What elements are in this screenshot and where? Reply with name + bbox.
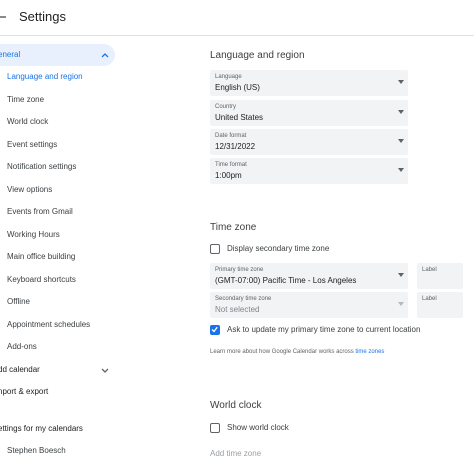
chevron-up-icon bbox=[101, 53, 109, 58]
time-format-select[interactable]: Time format 1:00pm bbox=[210, 158, 408, 184]
section-title-world-clock: World clock bbox=[210, 400, 262, 411]
sidebar-item-add-ons[interactable]: Add-ons bbox=[7, 336, 127, 358]
sidebar-item-appointment-schedules[interactable]: Appointment schedules bbox=[7, 314, 127, 336]
secondary-time-zone-label-field[interactable]: Label bbox=[417, 292, 463, 318]
primary-time-zone-select[interactable]: Primary time zone (GMT-07:00) Pacific Ti… bbox=[210, 263, 408, 289]
sidebar-item-calendar-stephen-boesch[interactable]: Stephen Boesch bbox=[7, 440, 127, 462]
display-secondary-time-zone-label: Display secondary time zone bbox=[227, 244, 330, 253]
sidebar-item-label: eneral bbox=[0, 50, 21, 59]
back-arrow-icon[interactable] bbox=[0, 9, 8, 25]
dropdown-arrow-icon bbox=[398, 110, 404, 114]
settings-content: Language and region Language English (US… bbox=[200, 36, 474, 465]
show-world-clock-label: Show world clock bbox=[227, 423, 289, 432]
time-zones-link[interactable]: time zones bbox=[355, 349, 384, 355]
primary-time-zone-label-field[interactable]: Label bbox=[417, 263, 463, 289]
time-zone-help-text: Learn more about how Google Calendar wor… bbox=[210, 349, 385, 355]
secondary-time-zone-select[interactable]: Secondary time zone Not selected bbox=[210, 292, 408, 318]
dropdown-arrow-icon bbox=[398, 139, 404, 143]
dropdown-arrow-icon bbox=[398, 273, 404, 277]
display-secondary-time-zone-checkbox[interactable] bbox=[210, 244, 220, 254]
language-select[interactable]: Language English (US) bbox=[210, 70, 408, 96]
show-world-clock-checkbox[interactable] bbox=[210, 423, 220, 433]
section-title-language-region: Language and region bbox=[210, 50, 305, 61]
date-format-select[interactable]: Date format 12/31/2022 bbox=[210, 129, 408, 155]
app-header: Settings bbox=[0, 0, 474, 36]
dropdown-arrow-icon bbox=[398, 168, 404, 172]
dropdown-arrow-icon bbox=[398, 80, 404, 84]
sidebar-item-language-region[interactable]: Language and region bbox=[7, 66, 127, 88]
sidebar-item-offline[interactable]: Offline bbox=[7, 291, 127, 313]
ask-update-time-zone-checkbox[interactable] bbox=[210, 325, 220, 335]
settings-sidebar: eneral Language and region Time zone Wor… bbox=[0, 36, 200, 465]
checkmark-icon bbox=[211, 326, 218, 333]
sidebar-item-time-zone[interactable]: Time zone bbox=[7, 89, 127, 111]
page-title: Settings bbox=[19, 9, 66, 24]
section-title-time-zone: Time zone bbox=[210, 222, 257, 233]
dropdown-arrow-icon bbox=[398, 302, 404, 306]
sidebar-item-notification-settings[interactable]: Notification settings bbox=[7, 156, 127, 178]
sidebar-item-keyboard-shortcuts[interactable]: Keyboard shortcuts bbox=[7, 269, 127, 291]
sidebar-item-add-calendar[interactable]: dd calendar bbox=[0, 359, 120, 381]
sidebar-item-world-clock[interactable]: World clock bbox=[7, 111, 127, 133]
chevron-down-icon bbox=[101, 368, 109, 373]
ask-update-time-zone-label: Ask to update my primary time zone to cu… bbox=[227, 325, 421, 334]
sidebar-item-general[interactable]: eneral bbox=[0, 44, 115, 66]
sidebar-item-working-hours[interactable]: Working Hours bbox=[7, 224, 127, 246]
sidebar-item-import-export[interactable]: nport & export bbox=[0, 381, 120, 403]
sidebar-heading-my-calendars: ettings for my calendars bbox=[0, 424, 83, 433]
sidebar-item-events-from-gmail[interactable]: Events from Gmail bbox=[7, 201, 127, 223]
country-select[interactable]: Country United States bbox=[210, 100, 408, 126]
sidebar-item-main-office-building[interactable]: Main office building bbox=[7, 246, 127, 268]
add-time-zone-button[interactable]: Add time zone bbox=[210, 449, 261, 458]
sidebar-item-view-options[interactable]: View options bbox=[7, 179, 127, 201]
sidebar-item-event-settings[interactable]: Event settings bbox=[7, 134, 127, 156]
